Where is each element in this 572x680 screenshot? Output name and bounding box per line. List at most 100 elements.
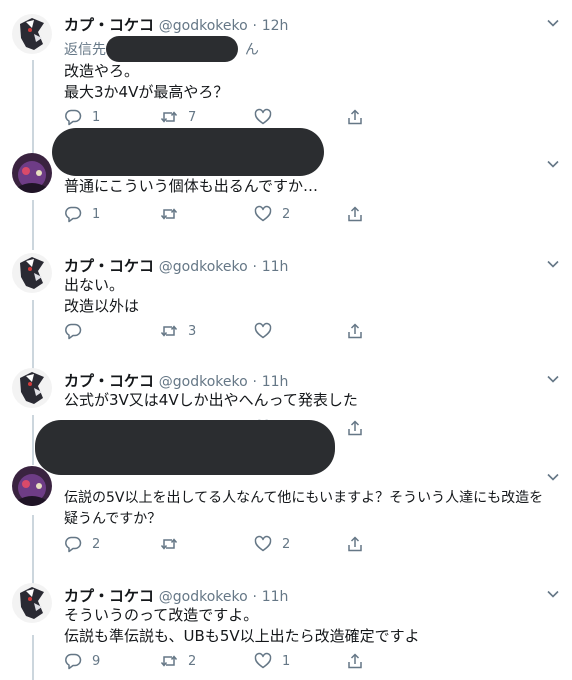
tweet[interactable]: カプ・コケコ @godkokeko · 11h 出ない。 改造以外は 3: [0, 245, 572, 360]
separator-dot: ·: [252, 589, 257, 605]
share-button[interactable]: [346, 533, 364, 555]
tweet-text-line: 普通にこういう個体も出るんですか…: [64, 177, 318, 195]
reply-icon: [65, 206, 82, 223]
reply-to-suffix: ん: [244, 42, 259, 58]
reply-count: 9: [92, 653, 101, 669]
tweet-header: カプ・コケコ @godkokeko · 11h: [64, 370, 288, 391]
tweet-text-line: 改造やろ。: [64, 62, 140, 80]
separator-dot: ·: [252, 259, 257, 275]
reply-to-label: 返信先: [64, 42, 106, 58]
like-count: 2: [282, 536, 291, 552]
like-count: 2: [282, 206, 291, 222]
tweet-text-line: 出ない。: [64, 276, 125, 294]
share-button[interactable]: [346, 106, 364, 128]
chevron-down-icon[interactable]: [546, 157, 560, 171]
user-handle[interactable]: @godkokeko: [159, 259, 248, 275]
reply-icon: [65, 653, 82, 670]
tweet-actions: 1 2: [64, 203, 384, 225]
share-button[interactable]: [346, 320, 364, 342]
display-name[interactable]: カプ・コケコ: [64, 372, 154, 390]
retweet-button[interactable]: [160, 203, 188, 225]
avatar[interactable]: [12, 368, 52, 408]
retweet-button[interactable]: 7: [160, 106, 196, 128]
like-button[interactable]: [254, 320, 282, 342]
tweet-actions: 2 2: [64, 533, 384, 555]
tweet[interactable]: カプ・コケコ @godkokeko · 11h そういうのって改造ですよ。 伝説…: [0, 575, 572, 680]
share-button[interactable]: [346, 417, 364, 439]
redaction-bar: [106, 36, 238, 62]
reply-icon: [65, 109, 82, 126]
tweet-text-line: 伝説の5V以上を出してる人なんて他にもいますよ？そういう人達にも改造を: [64, 490, 544, 506]
retweet-button[interactable]: 3: [160, 320, 196, 342]
reply-button[interactable]: 1: [64, 203, 100, 225]
retweet-count: 7: [188, 109, 197, 125]
tweet-actions: 9 2 1: [64, 650, 384, 672]
tweet-actions: 3: [64, 320, 384, 342]
like-icon: [254, 108, 272, 125]
timestamp[interactable]: 11h: [262, 259, 289, 275]
reply-button[interactable]: 9: [64, 650, 100, 672]
chevron-down-icon[interactable]: [546, 587, 560, 601]
share-icon: [348, 109, 362, 125]
tweet-header: カプ・コケコ @godkokeko · 11h: [64, 585, 288, 606]
like-icon: [254, 535, 272, 552]
share-icon: [348, 420, 362, 436]
reply-button[interactable]: 1: [64, 106, 100, 128]
tweet-text-line: そういうのって改造ですよ。: [64, 606, 259, 624]
display-name[interactable]: カプ・コケコ: [64, 16, 154, 34]
redaction-bar: [52, 128, 324, 176]
chevron-down-icon[interactable]: [546, 257, 560, 271]
avatar[interactable]: [12, 14, 52, 54]
separator-dot: ·: [252, 18, 257, 34]
retweet-icon: [160, 208, 178, 220]
tweet-text-line: 最大3か4Vが最高やろ？: [64, 83, 229, 101]
tweet-text-line: 改造以外は: [64, 297, 140, 315]
tweet-header: カプ・コケコ @godkokeko · 12h: [64, 14, 288, 35]
tweet[interactable]: 伝説の5V以上を出してる人なんて他にもいますよ？そういう人達にも改造を 疑うんで…: [0, 420, 572, 568]
chevron-down-icon[interactable]: [546, 470, 560, 484]
tweet[interactable]: カプ・コケコ @godkokeko · 12h 返信先 ん 改造やろ。 最大3か…: [0, 0, 572, 135]
like-button[interactable]: [254, 106, 282, 128]
display-name[interactable]: カプ・コケコ: [64, 587, 154, 605]
chevron-down-icon[interactable]: [546, 372, 560, 386]
tweet-text: 改造やろ。 最大3か4Vが最高やろ？: [64, 61, 228, 103]
avatar[interactable]: [12, 466, 52, 506]
user-handle[interactable]: @godkokeko: [159, 589, 248, 605]
like-icon: [254, 652, 272, 669]
timestamp[interactable]: 11h: [262, 374, 289, 390]
reply-count: 1: [92, 109, 101, 125]
user-handle[interactable]: @godkokeko: [159, 18, 248, 34]
timestamp[interactable]: 12h: [262, 18, 289, 34]
separator-dot: ·: [252, 374, 257, 390]
reply-button[interactable]: [64, 320, 92, 342]
tweet-header: カプ・コケコ @godkokeko · 11h: [64, 255, 288, 276]
reply-icon: [65, 536, 82, 553]
user-handle[interactable]: @godkokeko: [159, 374, 248, 390]
retweet-icon: [160, 111, 178, 123]
like-button[interactable]: 2: [254, 203, 290, 225]
tweet[interactable]: 普通にこういう個体も出るんですか… 1 2: [0, 128, 572, 245]
retweet-button[interactable]: 2: [160, 650, 196, 672]
avatar[interactable]: [12, 253, 52, 293]
chevron-down-icon[interactable]: [546, 16, 560, 30]
tweet-text: 公式が3V又は4Vしか出やへんって発表した: [64, 390, 358, 411]
timestamp[interactable]: 11h: [262, 589, 289, 605]
display-name[interactable]: カプ・コケコ: [64, 257, 154, 275]
avatar[interactable]: [12, 153, 52, 193]
tweet-text: そういうのって改造ですよ。 伝説も準伝説も、UBも5V以上出たら改造確定ですよ: [64, 605, 420, 647]
retweet-count: 3: [188, 323, 197, 339]
share-button[interactable]: [346, 650, 364, 672]
like-button[interactable]: 1: [254, 650, 290, 672]
share-button[interactable]: [346, 203, 364, 225]
tweet-text-line: 公式が3V又は4Vしか出やへんって発表した: [64, 391, 358, 409]
reply-count: 2: [92, 536, 101, 552]
share-icon: [348, 536, 362, 552]
reply-button[interactable]: 2: [64, 533, 100, 555]
tweet-text: 出ない。 改造以外は: [64, 275, 139, 317]
reply-count: 1: [92, 206, 101, 222]
avatar[interactable]: [12, 583, 52, 623]
like-button[interactable]: 2: [254, 533, 290, 555]
tweet-text: 伝説の5V以上を出してる人なんて他にもいますよ？そういう人達にも改造を 疑うんで…: [64, 488, 543, 530]
tweet-text-line: 伝説も準伝説も、UBも5V以上出たら改造確定ですよ: [64, 627, 420, 645]
retweet-button[interactable]: [160, 533, 188, 555]
